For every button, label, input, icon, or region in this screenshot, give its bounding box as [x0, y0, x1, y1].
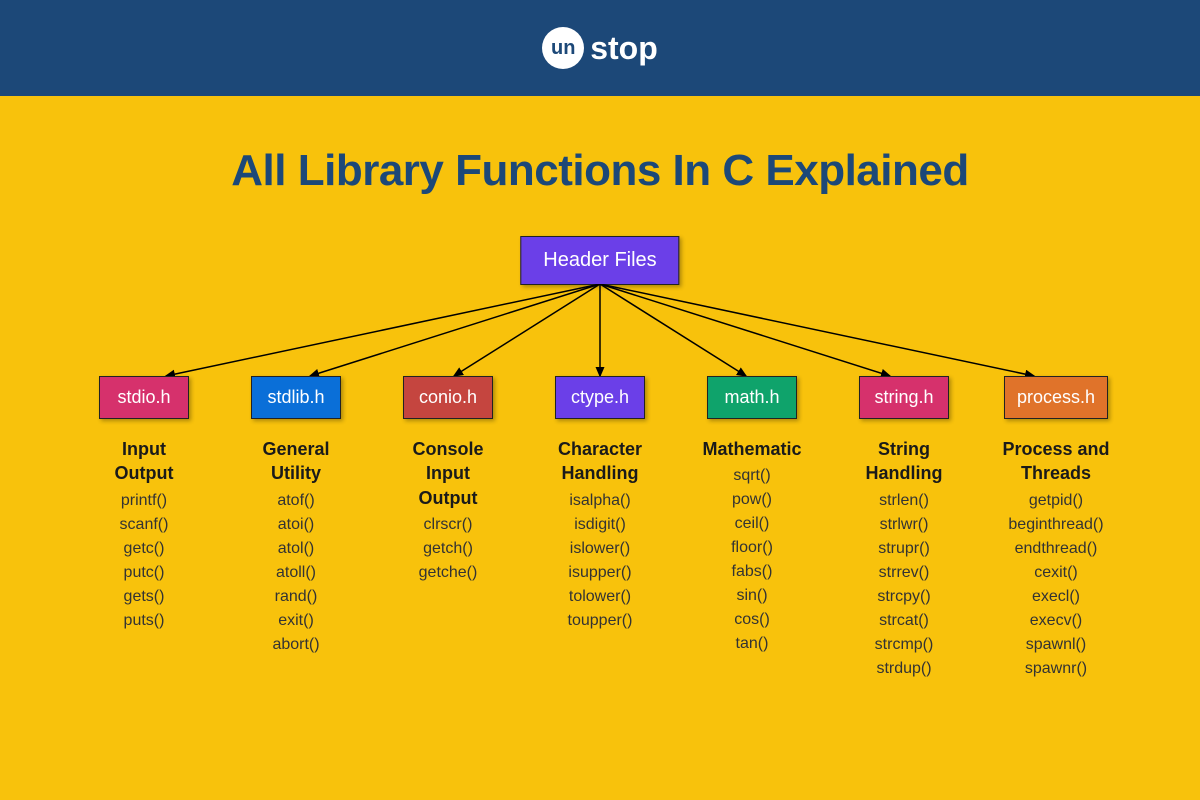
- column-process-h: process.h Process andThreads getpid() begin…: [992, 376, 1120, 678]
- category-label: Process andThreads: [1002, 437, 1109, 486]
- category-label: CharacterHandling: [558, 437, 642, 486]
- function-item: sin(): [736, 587, 767, 605]
- function-item: scanf(): [120, 516, 169, 534]
- function-item: isdigit(): [574, 516, 626, 534]
- function-item: clrscr(): [424, 516, 473, 534]
- function-list: strlen() strlwr() strupr() strrev() strcpy()…: [875, 492, 934, 678]
- function-item: strcmp(): [875, 636, 934, 654]
- category-label: GeneralUtility: [262, 437, 329, 486]
- function-item: toupper(): [568, 612, 633, 630]
- function-item: getche(): [419, 564, 478, 582]
- function-item: puts(): [124, 612, 165, 630]
- function-item: execl(): [1032, 588, 1080, 606]
- function-item: atof(): [277, 492, 314, 510]
- function-item: putc(): [124, 564, 165, 582]
- function-item: pow(): [732, 491, 772, 509]
- function-item: abort(): [272, 636, 319, 654]
- function-item: strupr(): [878, 540, 930, 558]
- top-header: un stop: [0, 0, 1200, 96]
- function-item: endthread(): [1015, 540, 1098, 558]
- function-list: isalpha() isdigit() islower() isupper() tolo…: [568, 492, 633, 630]
- root-node: Header Files: [520, 236, 679, 285]
- column-stdio-h: stdio.hInputOutputprintf()scanf()getc()p…: [80, 376, 208, 678]
- function-item: getpid(): [1029, 492, 1083, 510]
- function-item: tan(): [736, 635, 769, 653]
- function-item: islower(): [570, 540, 630, 558]
- column-conio-h: conio.h ConsoleInputOutput clrscr() getch()…: [384, 376, 512, 678]
- function-item: sqrt(): [733, 467, 770, 485]
- content-area: All Library Functions In C Explained Hea…: [0, 96, 1200, 800]
- header-chip: process.h: [1004, 376, 1108, 419]
- category-label: StringHandling: [866, 437, 943, 486]
- header-chip: math.h: [707, 376, 797, 419]
- function-item: execv(): [1030, 612, 1082, 630]
- function-item: isupper(): [568, 564, 631, 582]
- logo-circle-icon: un: [542, 27, 584, 69]
- function-item: getch(): [423, 540, 473, 558]
- column-math-h: math.h Mathematic sqrt() pow() ceil() floor()…: [688, 376, 816, 678]
- function-item: tolower(): [569, 588, 631, 606]
- function-item: fabs(): [732, 563, 773, 581]
- function-item: strdup(): [876, 660, 931, 678]
- function-list: clrscr() getch() getche(): [419, 516, 478, 582]
- function-item: printf(): [121, 492, 167, 510]
- brand-logo: un stop: [542, 27, 658, 69]
- logo-text: stop: [590, 30, 658, 67]
- function-item: atol(): [278, 540, 314, 558]
- function-item: atoll(): [276, 564, 316, 582]
- header-chip: conio.h: [403, 376, 493, 419]
- function-item: gets(): [124, 588, 165, 606]
- arrow-connectors: [0, 284, 1200, 384]
- function-item: atoi(): [278, 516, 314, 534]
- header-chip: stdlib.h: [251, 376, 341, 419]
- function-item: ceil(): [735, 515, 770, 533]
- function-item: strlwr(): [880, 516, 929, 534]
- column-stdlib-h: stdlib.h GeneralUtility atof() atoi() atol()…: [232, 376, 360, 678]
- columns-row: stdio.hInputOutputprintf()scanf()getc()p…: [0, 376, 1200, 678]
- function-item: spawnl(): [1026, 636, 1086, 654]
- page-title: All Library Functions In C Explained: [0, 146, 1200, 196]
- category-label: ConsoleInputOutput: [412, 437, 483, 510]
- function-list: atof() atoi() atol() atoll() rand() exit() abo…: [272, 492, 319, 654]
- function-list: sqrt() pow() ceil() floor() fabs() sin() cos()…: [731, 467, 773, 653]
- column-ctype-h: ctype.h CharacterHandling isalpha() isdigit…: [536, 376, 664, 678]
- function-item: strrev(): [879, 564, 930, 582]
- function-item: spawnr(): [1025, 660, 1087, 678]
- function-item: getc(): [124, 540, 165, 558]
- function-item: isalpha(): [569, 492, 630, 510]
- function-list: getpid() beginthread() endthread() cexit() e…: [1008, 492, 1103, 678]
- function-item: rand(): [275, 588, 318, 606]
- function-list: printf() scanf() getc() putc() gets() puts(): [120, 492, 169, 630]
- function-item: cexit(): [1034, 564, 1078, 582]
- category-label: InputOutput: [115, 437, 174, 486]
- category-label: Mathematic: [702, 437, 801, 461]
- function-item: strcpy(): [877, 588, 930, 606]
- function-item: exit(): [278, 612, 314, 630]
- header-chip: string.h: [859, 376, 949, 419]
- function-item: floor(): [731, 539, 773, 557]
- header-chip: ctype.h: [555, 376, 645, 419]
- header-chip: stdio.h: [99, 376, 189, 419]
- function-item: cos(): [734, 611, 770, 629]
- column-string-h: string.hStringHandlingstrlen()strlwr()st…: [840, 376, 968, 678]
- function-item: strcat(): [879, 612, 929, 630]
- function-item: beginthread(): [1008, 516, 1103, 534]
- function-item: strlen(): [879, 492, 929, 510]
